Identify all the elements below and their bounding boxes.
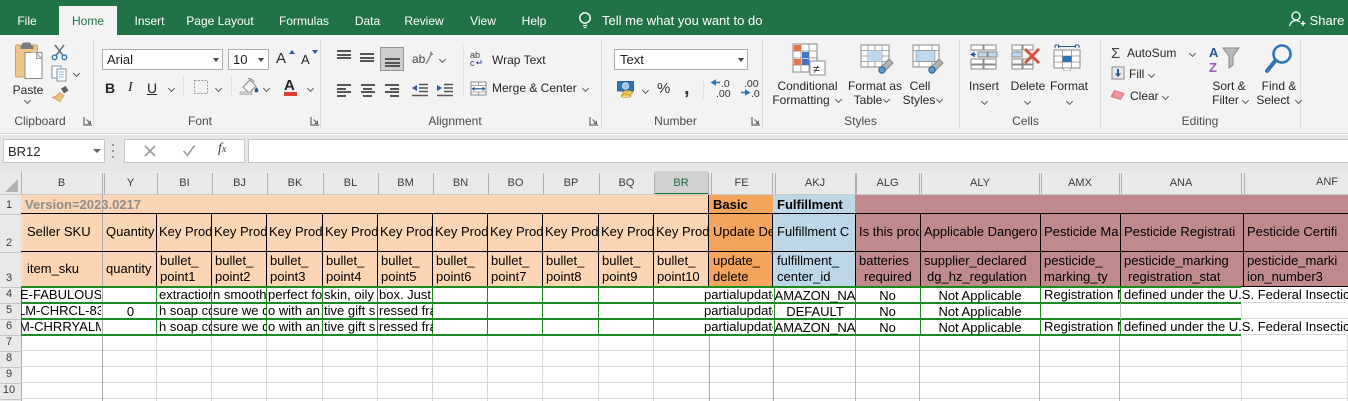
- svg-text:c: c: [470, 58, 475, 67]
- svg-text:.00: .00: [716, 88, 731, 98]
- svg-text:ab: ab: [412, 52, 426, 66]
- svg-text:≠: ≠: [813, 62, 820, 76]
- svg-text:Z: Z: [1209, 60, 1217, 75]
- svg-text:A: A: [1209, 45, 1219, 60]
